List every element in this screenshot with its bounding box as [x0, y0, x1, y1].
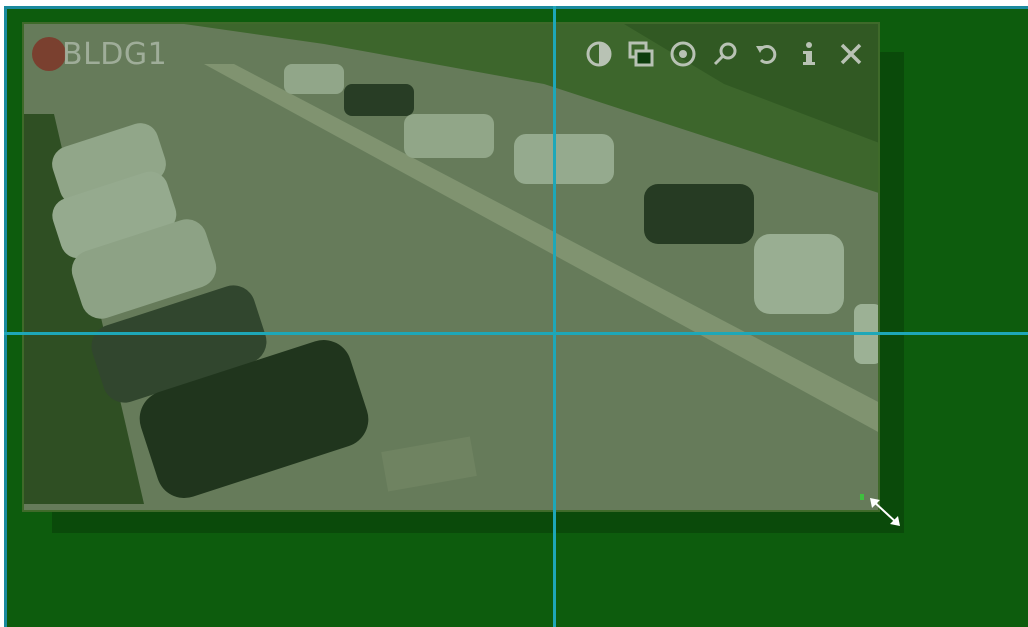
tile-toolbar: [582, 34, 868, 74]
target-icon[interactable]: [666, 37, 700, 71]
close-icon[interactable]: [834, 37, 868, 71]
tile-tint: [24, 24, 878, 510]
grid-divider-horizontal: [4, 332, 1028, 335]
contrast-icon[interactable]: [582, 37, 616, 71]
grid-divider-vertical: [553, 6, 556, 627]
camera-tile[interactable]: BLDG1: [22, 22, 880, 512]
zoom-icon[interactable]: [708, 37, 742, 71]
info-icon[interactable]: [792, 37, 826, 71]
resize-diagonal-icon[interactable]: [860, 488, 908, 536]
refresh-icon[interactable]: [750, 37, 784, 71]
recording-indicator-icon: [32, 37, 66, 71]
camera-name: BLDG1: [62, 36, 168, 72]
pip-icon[interactable]: [624, 37, 658, 71]
camera-header: BLDG1: [32, 34, 167, 74]
